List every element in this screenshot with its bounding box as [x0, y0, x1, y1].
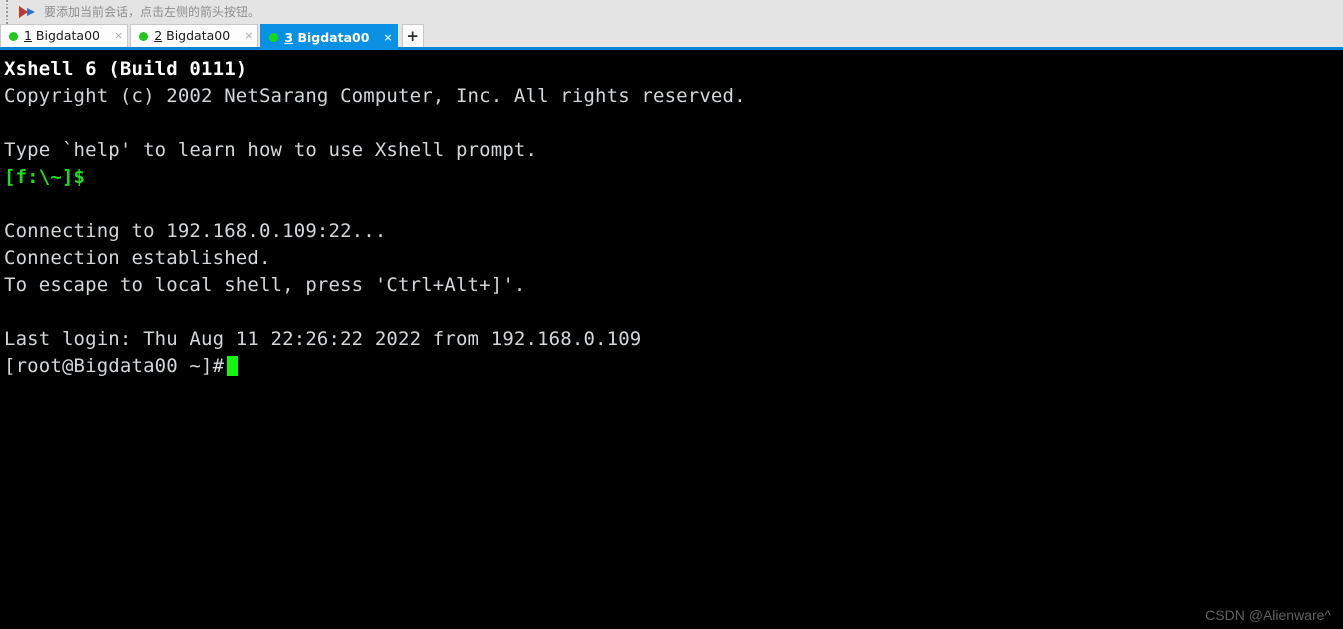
tab-name: Bigdata00: [293, 29, 370, 45]
close-icon[interactable]: ×: [369, 31, 392, 44]
tab-index: 1: [24, 28, 32, 43]
session-hint-bar: 要添加当前会话，点击左侧的箭头按钮。: [0, 0, 1343, 25]
close-icon[interactable]: ×: [100, 30, 123, 42]
terminal-line: Type `help' to learn how to use Xshell p…: [4, 139, 538, 161]
green-connected-dot: [269, 33, 279, 42]
tab-name: Bigdata00: [162, 28, 231, 43]
xshell-window: 要添加当前会话，点击左侧的箭头按钮。 1 Bigdata00 × 2 Bigda…: [0, 0, 1343, 629]
tab-bigdata00-1[interactable]: 1 Bigdata00 ×: [0, 24, 129, 47]
terminal-line: Connecting to 192.168.0.109:22...: [4, 220, 387, 242]
tab-strip: 1 Bigdata00 × 2 Bigdata00 × 3 Bigdata00 …: [0, 24, 1343, 50]
terminal-line: To escape to local shell, press 'Ctrl+Al…: [4, 274, 526, 296]
terminal-line: Xshell 6 (Build 0111): [4, 58, 248, 80]
tab-label: 1 Bigdata00: [24, 29, 100, 43]
green-connected-dot: [9, 31, 18, 41]
terminal-shell-prompt-line: [root@Bigdata00 ~]#: [4, 353, 1343, 380]
new-tab-button[interactable]: +: [401, 24, 424, 47]
session-hint-text: 要添加当前会话，点击左侧的箭头按钮。: [44, 5, 261, 19]
tab-index: 3: [284, 29, 294, 45]
terminal-line: Last login: Thu Aug 11 22:26:22 2022 fro…: [4, 328, 642, 350]
terminal-local-prompt: [f:\~]$: [4, 166, 86, 188]
terminal-line: Copyright (c) 2002 NetSarang Computer, I…: [4, 85, 746, 107]
tab-label: 3 Bigdata00: [284, 29, 370, 45]
terminal-shell-prompt: [root@Bigdata00 ~]#: [4, 355, 225, 377]
text-cursor: [227, 356, 239, 376]
tab-index: 2: [154, 28, 163, 43]
tab-name: Bigdata00: [31, 28, 100, 43]
close-icon[interactable]: ×: [230, 30, 253, 42]
green-connected-dot: [139, 31, 149, 41]
terminal-line: Connection established.: [4, 247, 271, 269]
tab-bigdata00-2[interactable]: 2 Bigdata00 ×: [130, 24, 259, 47]
tab-label: 2 Bigdata00: [154, 29, 230, 43]
tab-bigdata00-3[interactable]: 3 Bigdata00 ×: [260, 24, 398, 50]
watermark-text: CSDN @Alienware^: [1205, 607, 1331, 623]
drag-handle-icon[interactable]: [2, 0, 12, 25]
red-blue-arrow-icon: [18, 4, 40, 20]
terminal-screen[interactable]: Xshell 6 (Build 0111) Copyright (c) 2002…: [0, 53, 1343, 629]
